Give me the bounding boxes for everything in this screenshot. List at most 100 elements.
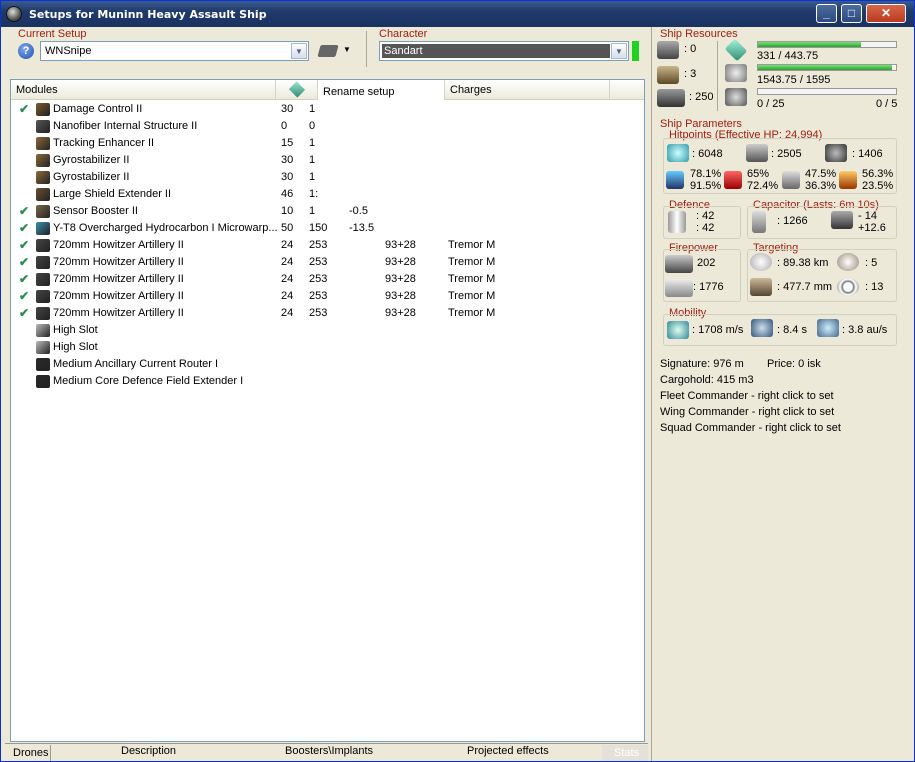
close-button[interactable]: ✕ bbox=[866, 4, 906, 23]
module-row[interactable]: Nanofiber Internal Structure II 0 0 bbox=[11, 118, 645, 135]
module-power: 150 bbox=[309, 222, 328, 234]
character-select[interactable]: Sandart ▼ bbox=[379, 41, 629, 61]
module-name: Medium Ancillary Current Router I bbox=[53, 358, 219, 370]
module-name: Medium Core Defence Field Extender I bbox=[53, 375, 244, 387]
module-damage: 93+28 bbox=[385, 239, 416, 251]
active-check-icon[interactable]: ✔ bbox=[19, 306, 29, 320]
help-icon[interactable]: ? bbox=[18, 43, 34, 59]
module-row[interactable]: ✔ 720mm Howitzer Artillery II 24 253 93+28 Tr… bbox=[11, 237, 645, 254]
module-row[interactable]: ✔ Damage Control II 30 1 bbox=[11, 101, 645, 118]
chevron-down-icon[interactable]: ▼ bbox=[611, 43, 627, 59]
module-charge[interactable]: Tremor M bbox=[448, 307, 495, 319]
module-type-icon bbox=[36, 358, 50, 371]
app-icon bbox=[6, 6, 22, 22]
module-row[interactable]: ✔ Sensor Booster II 10 1 -0.5 bbox=[11, 203, 645, 220]
module-type-icon bbox=[36, 137, 50, 150]
module-row[interactable]: Gyrostabilizer II 30 1 bbox=[11, 169, 645, 186]
module-icon bbox=[36, 290, 50, 306]
capacitor-amount: : 1266 bbox=[777, 215, 808, 227]
module-power: 1 bbox=[309, 154, 316, 166]
tab-description[interactable]: Description bbox=[121, 745, 176, 761]
powergrid-bar-fill bbox=[758, 65, 892, 70]
module-type-icon bbox=[36, 222, 50, 235]
explosive-resist-shield: 56.3% bbox=[862, 168, 894, 180]
powergrid-icon bbox=[725, 64, 747, 82]
active-check-icon[interactable]: ✔ bbox=[19, 272, 29, 286]
module-name: Gyrostabilizer II bbox=[53, 171, 130, 183]
module-charge[interactable]: Tremor M bbox=[448, 290, 495, 302]
squad-commander[interactable]: Squad Commander - right click to set bbox=[660, 422, 841, 434]
modules-grid[interactable]: Modules Rename setup Charges ✔ Damage Con… bbox=[10, 79, 645, 742]
module-type-icon bbox=[36, 103, 50, 116]
sensor-strength: : 13 bbox=[865, 281, 884, 293]
module-type-icon bbox=[36, 341, 50, 354]
setup-select[interactable]: WNSnipe ▼ bbox=[40, 41, 309, 61]
defence-value-2: : 42 bbox=[696, 222, 715, 234]
active-check-icon[interactable]: ✔ bbox=[19, 289, 29, 303]
module-row[interactable]: High Slot bbox=[11, 339, 645, 356]
title-bar: Setups for Muninn Heavy Assault Ship _ □… bbox=[1, 1, 914, 27]
module-type-icon bbox=[36, 188, 50, 201]
wing-commander[interactable]: Wing Commander - right click to set bbox=[660, 406, 834, 418]
active-check-icon[interactable]: ✔ bbox=[19, 255, 29, 269]
active-check-icon[interactable]: ✔ bbox=[19, 238, 29, 252]
em-resist-shield: 78.1% bbox=[690, 168, 722, 180]
module-power: 0 bbox=[309, 120, 316, 132]
module-power: 1: bbox=[309, 188, 319, 200]
calibration-icon bbox=[725, 88, 747, 106]
module-row[interactable]: Medium Core Defence Field Extender I bbox=[11, 373, 645, 390]
calibration-bar bbox=[757, 88, 897, 95]
module-row[interactable]: ✔ 720mm Howitzer Artillery II 24 253 93+28 Tr… bbox=[11, 254, 645, 271]
setup-tools-button[interactable]: ▼ bbox=[317, 43, 353, 61]
module-name: Y-T8 Overcharged Hydrocarbon I Microwarp… bbox=[53, 222, 278, 234]
rename-setup-button[interactable]: Rename setup bbox=[318, 80, 445, 100]
module-row[interactable]: ✔ 720mm Howitzer Artillery II 24 253 93+28 Tr… bbox=[11, 288, 645, 305]
module-row[interactable]: Gyrostabilizer II 30 1 bbox=[11, 152, 645, 169]
speed-icon bbox=[667, 321, 689, 339]
module-power: 1 bbox=[309, 103, 316, 115]
explosive-resist-icon bbox=[839, 171, 857, 189]
module-charge[interactable]: Tremor M bbox=[448, 273, 495, 285]
tab-drones[interactable]: Drones bbox=[5, 745, 51, 761]
module-row[interactable]: ✔ 720mm Howitzer Artillery II 24 253 93+28 Tr… bbox=[11, 305, 645, 322]
module-row[interactable]: ✔ Y-T8 Overcharged Hydrocarbon I Microwar… bbox=[11, 220, 645, 237]
cpu-bar bbox=[757, 41, 897, 48]
module-row[interactable]: High Slot bbox=[11, 322, 645, 339]
fleet-commander[interactable]: Fleet Commander - right click to set bbox=[660, 390, 834, 402]
dps-value: 202 bbox=[697, 257, 716, 269]
tab-projected-effects[interactable]: Projected effects bbox=[467, 745, 549, 761]
module-row[interactable]: Medium Ancillary Current Router I bbox=[11, 356, 645, 373]
module-type-icon bbox=[36, 273, 50, 286]
module-row[interactable]: Tracking Enhancer II 15 1 bbox=[11, 135, 645, 152]
module-type-icon bbox=[36, 154, 50, 167]
module-row[interactable]: Large Shield Extender II 46 1: bbox=[11, 186, 645, 203]
active-check-icon[interactable]: ✔ bbox=[19, 102, 29, 116]
module-type-icon bbox=[36, 205, 50, 218]
launcher-slots: : 3 bbox=[684, 68, 697, 80]
column-modules[interactable]: Modules bbox=[11, 80, 276, 100]
module-row[interactable]: ✔ 720mm Howitzer Artillery II 24 253 93+28 Tr… bbox=[11, 271, 645, 288]
module-power: 1 bbox=[309, 171, 316, 183]
scan-resolution: : 477.7 mm bbox=[777, 281, 833, 293]
minimize-button[interactable]: _ bbox=[816, 4, 837, 23]
module-type-icon bbox=[36, 307, 50, 320]
module-modifier: -13.5 bbox=[349, 222, 375, 234]
module-icon bbox=[36, 222, 50, 238]
column-cpu[interactable] bbox=[276, 80, 318, 100]
module-cpu: 24 bbox=[281, 273, 294, 285]
divider bbox=[366, 31, 367, 67]
cap-recharge-icon bbox=[831, 211, 853, 229]
module-charge[interactable]: Tremor M bbox=[448, 239, 495, 251]
active-check-icon[interactable]: ✔ bbox=[19, 221, 29, 235]
active-check-icon[interactable]: ✔ bbox=[19, 204, 29, 218]
chevron-down-icon[interactable]: ▼ bbox=[291, 43, 307, 59]
tab-boosters-implants[interactable]: Boosters\Implants bbox=[285, 745, 373, 761]
module-charge[interactable]: Tremor M bbox=[448, 256, 495, 268]
maximize-button[interactable]: □ bbox=[841, 4, 862, 23]
module-type-icon bbox=[36, 239, 50, 252]
character-status-indicator bbox=[632, 41, 639, 61]
align-time: : 8.4 s bbox=[777, 324, 807, 336]
tab-stats[interactable]: Stats bbox=[602, 745, 648, 761]
launcher-hardpoint-icon bbox=[657, 66, 679, 84]
column-charges[interactable]: Charges bbox=[445, 80, 610, 100]
